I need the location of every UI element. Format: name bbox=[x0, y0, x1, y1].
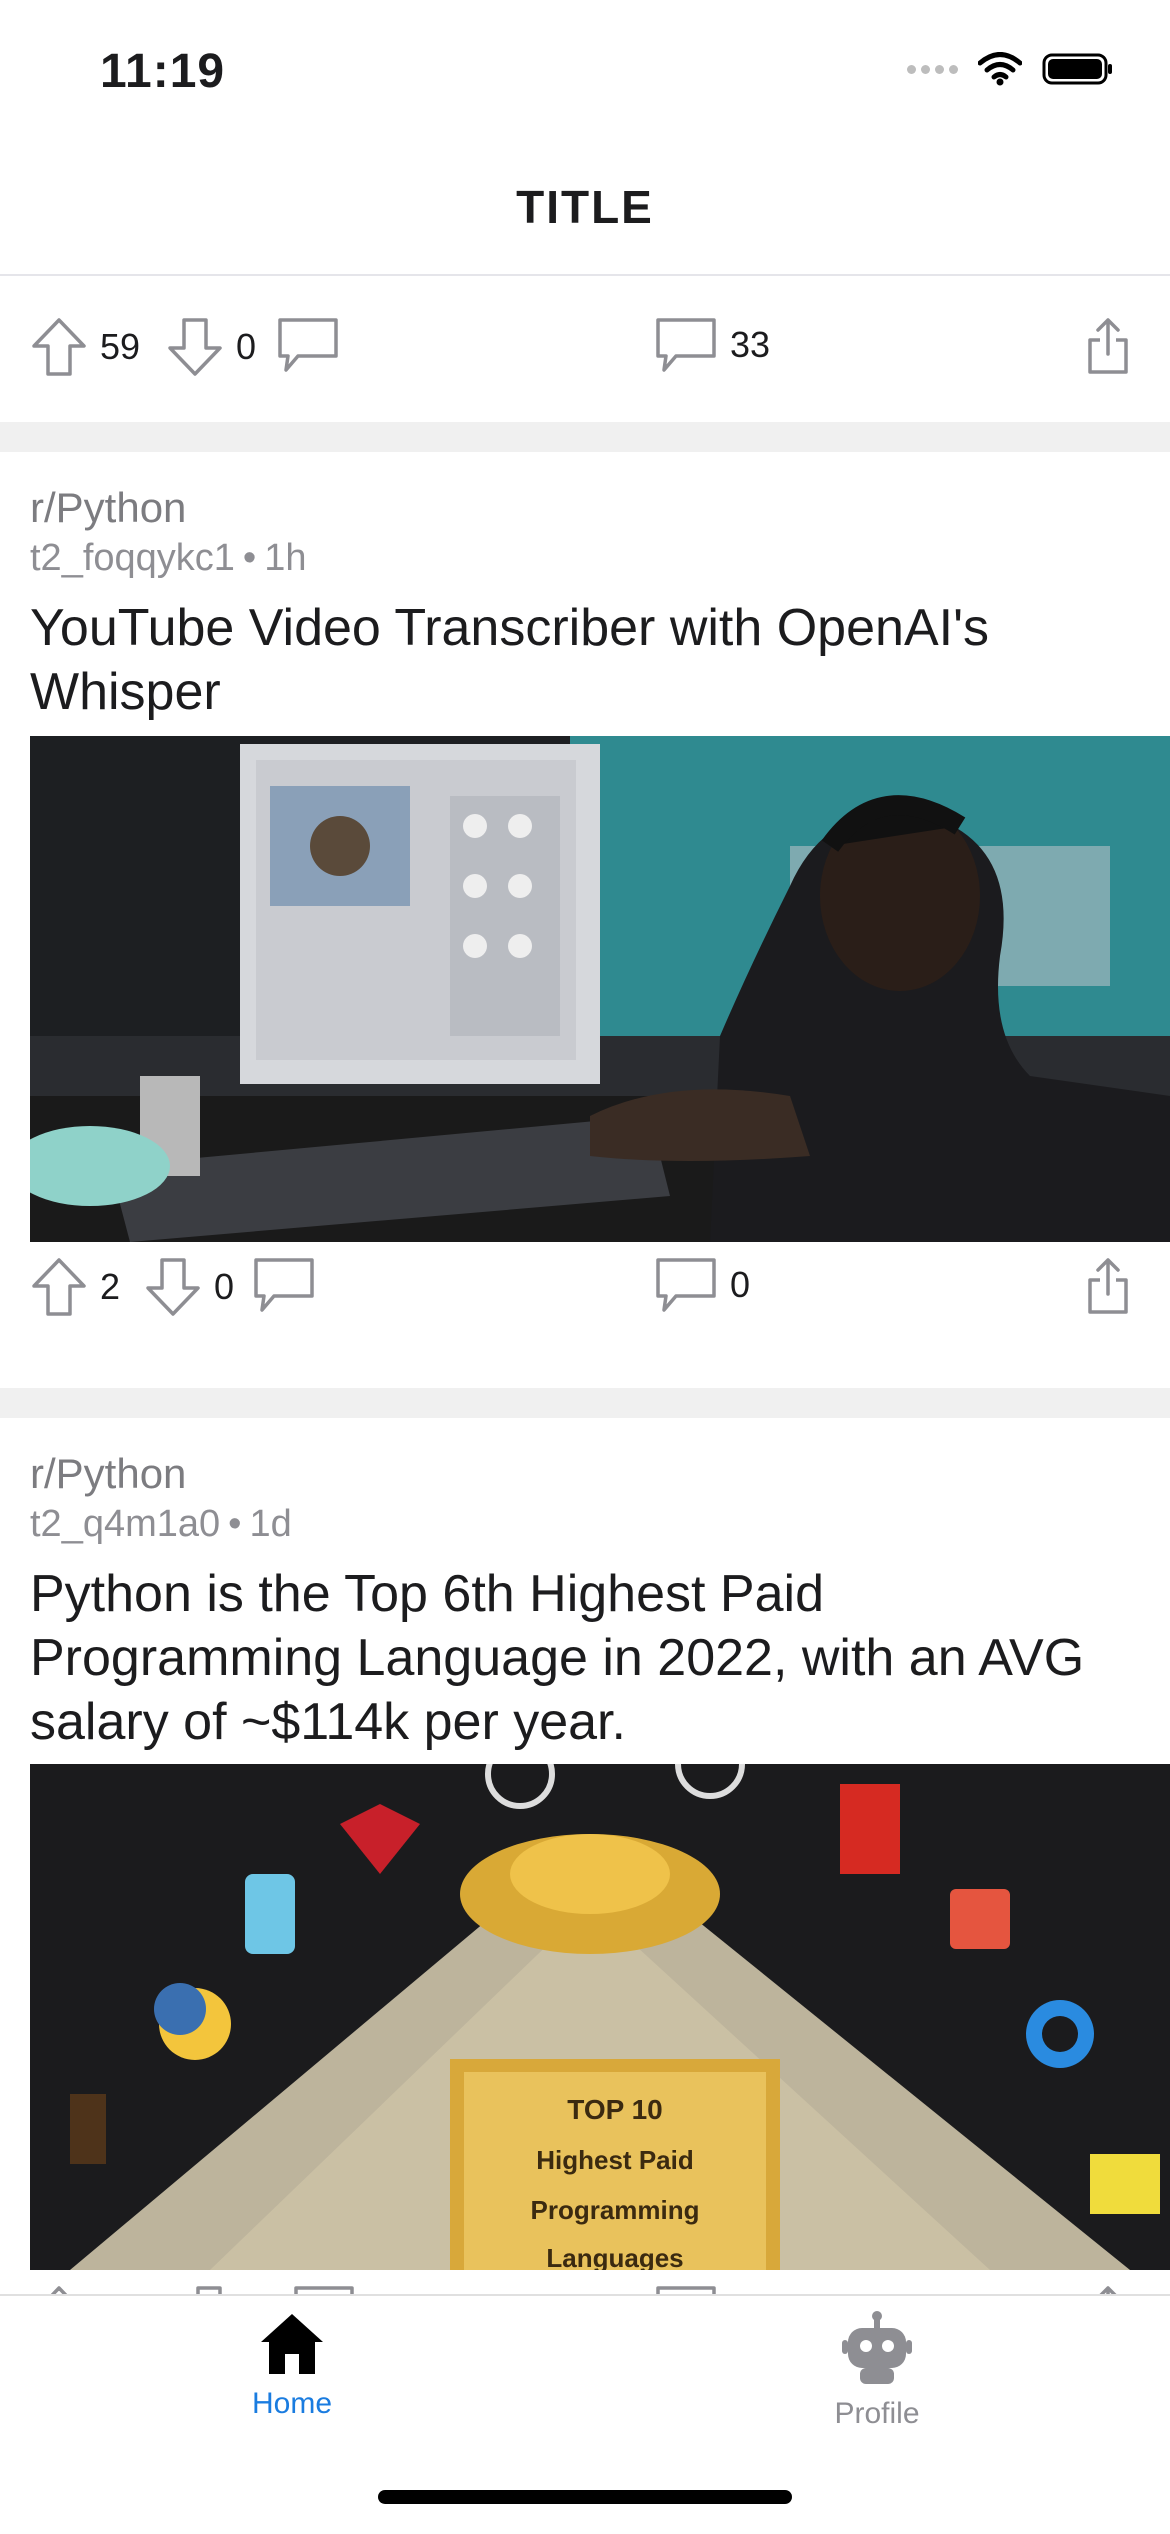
upvote-icon bbox=[32, 1258, 86, 1316]
tab-home-label: Home bbox=[251, 2387, 333, 2420]
upvote-button[interactable]: 513 bbox=[30, 2284, 160, 2294]
tab-profile-label: Profile bbox=[834, 2397, 920, 2430]
share-icon[interactable] bbox=[1086, 1256, 1130, 1316]
wifi-icon bbox=[978, 52, 1022, 86]
post-author[interactable]: t2_foqqykc1 bbox=[30, 537, 235, 579]
upvote-icon bbox=[50, 2286, 68, 2294]
post-separator bbox=[0, 1388, 1170, 1418]
post-age: 1d bbox=[249, 1503, 292, 1545]
post-meta: t2_foqqykc1 • 1h bbox=[30, 534, 1170, 582]
post-title[interactable]: YouTube Video Transcriber with OpenAI's … bbox=[30, 596, 1130, 724]
post-actions: 59 0 33 bbox=[0, 276, 1170, 422]
meta-separator: • bbox=[242, 537, 257, 579]
post-card[interactable]: r/Python t2_foqqykc1 • 1h YouTube Video Tr… bbox=[0, 452, 1170, 1388]
post-actions: 2 0 0 bbox=[0, 1242, 1170, 1388]
post-card[interactable]: r/Python t2_q4m1a0 • 1d Python is the Top … bbox=[0, 1418, 1170, 2294]
navigation-bar: TITLE bbox=[0, 140, 1170, 276]
comments-button[interactable]: 33 bbox=[654, 316, 770, 374]
post-meta: t2_q4m1a0 • 1d bbox=[30, 1500, 1170, 1548]
post-title[interactable]: Python is the Top 6th Highest Paid Progr… bbox=[30, 1562, 1130, 1754]
upvote-count: 59 bbox=[100, 326, 141, 367]
share-icon[interactable] bbox=[1086, 316, 1130, 376]
house-icon bbox=[261, 2314, 323, 2374]
comment-icon bbox=[656, 2286, 716, 2294]
status-time: 11:19 bbox=[100, 45, 226, 98]
post-author[interactable]: t2_q4m1a0 bbox=[30, 1503, 220, 1545]
post-image[interactable]: TOP 10 Highest Paid Programming Language… bbox=[30, 1764, 1170, 2270]
status-icons bbox=[907, 52, 1114, 86]
page-title: TITLE bbox=[516, 181, 654, 233]
post-separator bbox=[0, 422, 1170, 452]
home-indicator bbox=[378, 2490, 792, 2504]
post-age: 1h bbox=[264, 537, 307, 579]
upvote-count: 2 bbox=[100, 1266, 121, 1307]
upvote-icon bbox=[32, 318, 86, 376]
comment-count: 0 bbox=[730, 1264, 751, 1305]
post-image[interactable] bbox=[30, 736, 1170, 1242]
tab-profile[interactable]: Profile bbox=[727, 2310, 1027, 2431]
subreddit-name[interactable]: r/Python bbox=[30, 1448, 1170, 1500]
downvote-icon bbox=[168, 318, 222, 376]
downvote-icon bbox=[196, 2286, 222, 2294]
comment-icon bbox=[278, 318, 338, 372]
meta-separator: • bbox=[228, 1503, 242, 1545]
image-caption-line: Highest Paid bbox=[536, 2145, 693, 2175]
downvote-button[interactable]: 0 bbox=[144, 1256, 234, 1318]
image-caption-line: Programming bbox=[530, 2195, 699, 2225]
downvote-button[interactable]: 0 bbox=[166, 316, 256, 378]
money-pyramid-illustration: TOP 10 Highest Paid Programming Language… bbox=[30, 1764, 1170, 2270]
comment-count: 33 bbox=[730, 324, 771, 365]
upvote-button[interactable]: 59 bbox=[30, 316, 140, 378]
comment-icon bbox=[254, 1258, 314, 1312]
image-caption-line: Languages bbox=[546, 2243, 683, 2270]
share-icon[interactable] bbox=[1086, 2284, 1130, 2294]
comment-icon bbox=[294, 2286, 354, 2294]
upvote-button[interactable]: 2 bbox=[30, 1256, 120, 1318]
battery-icon bbox=[1042, 53, 1112, 85]
tab-home[interactable]: Home bbox=[142, 2310, 442, 2421]
image-caption-line: TOP 10 bbox=[567, 2094, 662, 2125]
post-feed[interactable]: 59 0 33 r/Python t2_foqqykc1 • 1h YouTub… bbox=[0, 276, 1170, 2294]
subreddit-name[interactable]: r/Python bbox=[30, 482, 1170, 534]
reply-button[interactable] bbox=[252, 1256, 316, 1314]
reply-button[interactable] bbox=[276, 316, 340, 374]
comment-icon bbox=[656, 1258, 716, 1312]
comment-icon bbox=[656, 318, 716, 372]
downvote-count: 0 bbox=[214, 1266, 235, 1307]
cellular-signal-icon bbox=[907, 64, 958, 74]
downvote-icon bbox=[146, 1258, 200, 1316]
robot-icon bbox=[842, 2311, 912, 2384]
post-actions: 513 0 150 bbox=[0, 2270, 1170, 2294]
downvote-count: 0 bbox=[236, 326, 257, 367]
comments-button[interactable]: 0 bbox=[654, 1256, 750, 1314]
comments-button[interactable]: 150 bbox=[654, 2284, 790, 2294]
status-bar: 11:19 bbox=[0, 0, 1170, 140]
downvote-button[interactable]: 0 bbox=[180, 2284, 270, 2294]
reply-button[interactable] bbox=[292, 2284, 356, 2294]
desk-photo bbox=[30, 736, 1170, 1242]
